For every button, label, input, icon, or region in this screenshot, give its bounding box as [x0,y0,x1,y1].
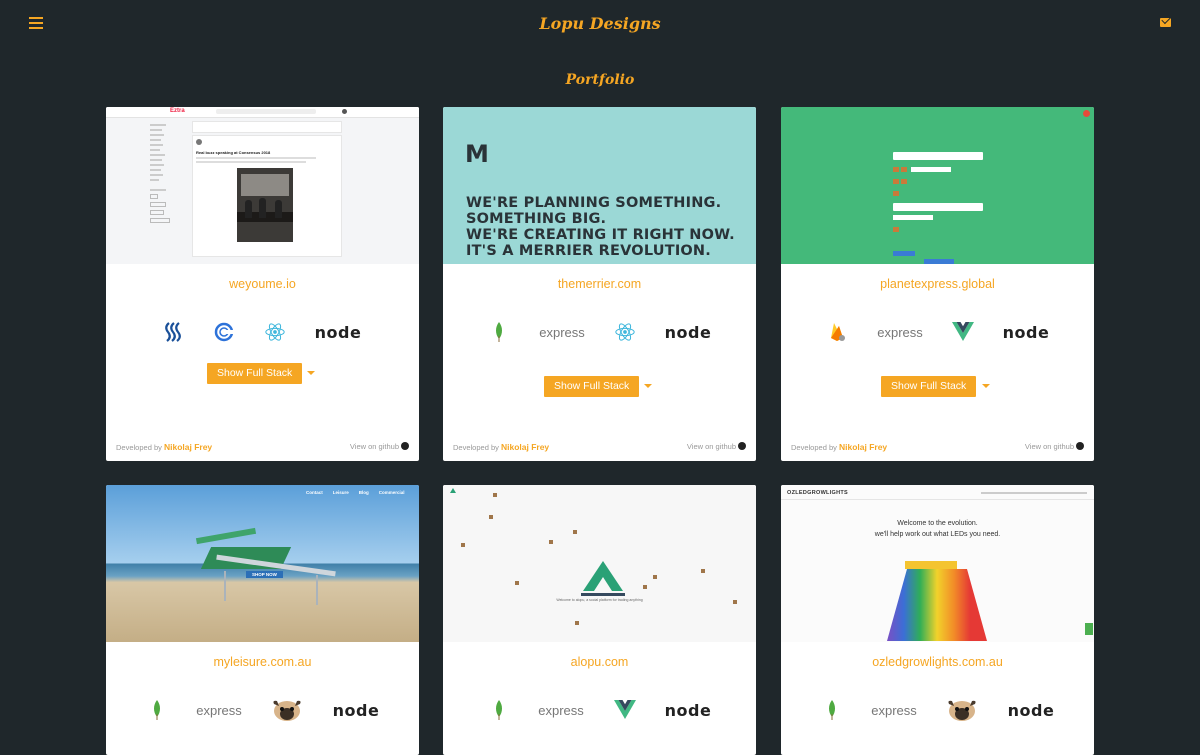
section-title: Portfolio [565,72,635,88]
alopu-screenshot[interactable]: Welcome to alopu, a social platform for … [443,485,756,642]
tech-stack: express node [106,695,419,725]
express-logo: express [538,702,584,718]
developer-link[interactable]: Nikolaj Frey [164,442,212,452]
github-link[interactable]: View on github [1025,442,1084,451]
ozledgrowlights-screenshot[interactable]: OZLEDGROWLIGHTS Welcome to the evolution… [781,485,1094,642]
ozled-hero-subtitle: we'll help work out what LEDs you need. [874,531,1001,538]
top-bar: Lopu Designs [0,0,1200,50]
vue-icon [613,695,637,725]
node-logo: node [664,700,712,720]
chevron-down-icon[interactable] [307,371,315,375]
site-link-alopu[interactable]: alopu.com [443,655,756,669]
ozled-hero-title: Welcome to the evolution. [897,520,978,527]
express-logo: express [871,702,917,718]
steem-icon [162,317,184,347]
tech-stack: express node [781,695,1094,725]
developed-by-label: Developed by [453,443,499,452]
node-logo: node [1007,700,1055,720]
portfolio-card-weyoume: Eztra Real buzz speaking at Consensus 20… [106,107,419,461]
mail-icon[interactable] [1160,18,1171,27]
developed-by-label: Developed by [116,443,162,452]
weyoume-screenshot[interactable]: Eztra Real buzz speaking at Consensus 20… [106,107,419,264]
ozled-brand: OZLEDGROWLIGHTS [787,490,849,496]
themerrier-screenshot[interactable]: M WE'RE PLANNING SOMETHING. SOMETHING BI… [443,107,756,264]
github-icon [738,442,746,450]
developed-by-label: Developed by [791,443,837,452]
portfolio-card-themerrier: M WE'RE PLANNING SOMETHING. SOMETHING BI… [443,107,756,461]
express-logo: express [196,702,242,718]
card-footer: Developed by Nikolaj Frey View on github [106,439,419,455]
portfolio-card-planetexpress: planetexpress.global express node Show F… [781,107,1094,461]
react-icon [263,317,287,347]
pug-icon [945,695,979,725]
github-icon [1076,442,1084,450]
weyoume-logo: Eztra [170,108,185,114]
mongodb-icon [150,695,164,725]
merrier-hero-line: SOMETHING BIG. [466,211,607,227]
myleisure-nav-item: Contact [306,490,323,495]
stack-button-row: Show Full Stack [443,376,756,398]
site-link-myleisure[interactable]: myleisure.com.au [106,655,419,669]
express-logo: express [877,324,923,340]
alopu-tagline: Welcome to alopu, a social platform for … [556,598,643,602]
vue-icon [951,317,975,347]
cloud-icon [213,317,235,347]
card-footer: Developed by Nikolaj Frey View on github [443,439,756,455]
node-logo: node [1002,322,1050,342]
tech-stack: express node [781,317,1094,347]
pug-icon [270,695,304,725]
firebase-icon [827,317,847,347]
stack-button-row: Show Full Stack [106,363,419,385]
chevron-down-icon[interactable] [982,384,990,388]
github-link[interactable]: View on github [687,442,746,451]
tech-stack: express node [443,317,756,347]
node-logo: node [314,322,362,342]
myleisure-nav-item: Blog [358,490,369,495]
portfolio-card-ozledgrowlights: OZLEDGROWLIGHTS Welcome to the evolution… [781,485,1094,755]
github-icon [401,442,409,450]
site-link-themerrier[interactable]: themerrier.com [443,277,756,291]
portfolio-card-myleisure: Contact Leisure Blog Commercial SHOP NOW… [106,485,419,755]
tech-stack: node [106,317,419,347]
myleisure-screenshot[interactable]: Contact Leisure Blog Commercial SHOP NOW [106,485,419,642]
mongodb-icon [492,695,506,725]
myleisure-nav-item: Commercial [378,490,405,495]
site-link-ozledgrowlights[interactable]: ozledgrowlights.com.au [781,655,1094,669]
github-link[interactable]: View on github [350,442,409,451]
chevron-down-icon[interactable] [644,384,652,388]
site-link-weyoume[interactable]: weyoume.io [106,277,419,291]
merrier-hero-line: WE'RE CREATING IT RIGHT NOW. [466,227,735,243]
shop-now-button: SHOP NOW [246,571,283,578]
merrier-hero-line: IT'S A MERRIER REVOLUTION. [466,243,711,259]
mongodb-icon [825,695,839,725]
node-logo: node [664,322,712,342]
express-logo: express [539,324,585,340]
developer-link[interactable]: Nikolaj Frey [839,442,887,452]
myleisure-nav-item: Leisure [332,490,349,495]
stack-button-row: Show Full Stack [781,376,1094,398]
site-link-planetexpress[interactable]: planetexpress.global [781,277,1094,291]
portfolio-card-alopu: Welcome to alopu, a social platform for … [443,485,756,755]
merrier-hero-line: WE'RE PLANNING SOMETHING. [466,195,722,211]
show-full-stack-button[interactable]: Show Full Stack [207,363,303,384]
merrier-logo-icon: M [465,140,489,168]
brand-logo[interactable]: Lopu Designs [0,14,1200,33]
planetexpress-screenshot[interactable] [781,107,1094,264]
node-logo: node [332,700,380,720]
show-full-stack-button[interactable]: Show Full Stack [881,376,977,397]
show-full-stack-button[interactable]: Show Full Stack [544,376,640,397]
react-icon [613,317,637,347]
developer-link[interactable]: Nikolaj Frey [501,442,549,452]
tech-stack: express node [443,695,756,725]
mongodb-icon [492,317,506,347]
weyoume-post-title: Real buzz speaking at Consensus 2018 [196,150,271,155]
card-footer: Developed by Nikolaj Frey View on github [781,439,1094,455]
